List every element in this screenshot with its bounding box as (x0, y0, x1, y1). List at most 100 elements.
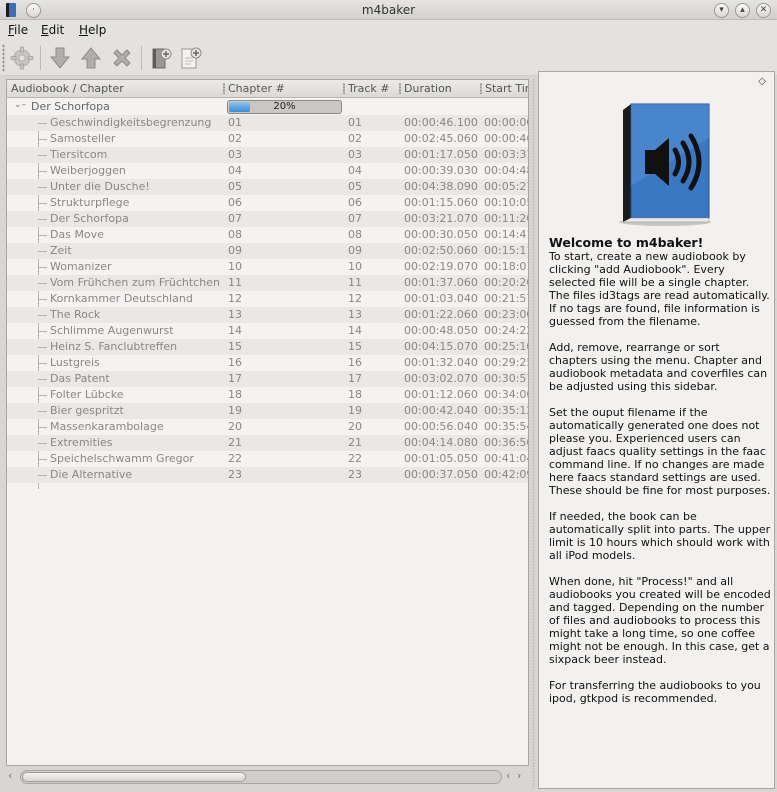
chapter-row[interactable]: Vom Frühchen zum Früchtchen 11 11 00:01:37.… (7, 275, 528, 291)
chapter-row[interactable]: Unter die Dusche! 05 05 00:04:38.090 00:05:2… (7, 179, 528, 195)
remove-button[interactable] (108, 44, 136, 72)
menu-help[interactable]: Help (79, 23, 106, 37)
tree-rows: ⌄– Der Schorfopa 20% Geschwindigkeitsbeg… (7, 99, 528, 489)
move-up-button[interactable] (77, 44, 105, 72)
tree-branch-line (38, 395, 47, 396)
toolbar-grip[interactable] (2, 44, 5, 72)
tree-branch-line (38, 475, 47, 476)
add-audiobook-button[interactable] (147, 44, 175, 72)
chapter-number: 08 (228, 228, 242, 241)
title-bar: · m4baker ▾ ▴ ✕ (0, 0, 777, 20)
tree-branch-line (38, 155, 47, 156)
chapter-title: Lustgreis (50, 356, 100, 369)
header-audiobook-chapter[interactable]: Audiobook / Chapter (11, 82, 124, 95)
header-separator[interactable] (399, 83, 401, 94)
track-number: 05 (348, 180, 362, 193)
tree-branch-line (38, 443, 47, 444)
sidebar-paragraph: If needed, the book can be automatically… (549, 510, 771, 562)
chapter-row[interactable]: Kornkammer Deutschland 12 12 00:01:03.040 00… (7, 291, 528, 307)
panel-splitter[interactable] (531, 79, 536, 787)
chapter-row[interactable]: Der Schorfopa 07 07 00:03:21.070 00:11:20.39… (7, 211, 528, 227)
chapter-row[interactable]: Das Patent 17 17 00:03:02.070 00:30:57.960 (7, 371, 528, 387)
chapter-row[interactable]: The Rock 13 13 00:01:22.060 00:23:00.740 (7, 307, 528, 323)
chapter-row[interactable]: Tiersitcom 03 03 00:01:17.050 00:03:31.160 (7, 147, 528, 163)
chapter-duration: 00:01:15.060 (404, 196, 478, 209)
close-button[interactable]: ✕ (756, 3, 771, 18)
chapter-duration: 00:00:46.100 (404, 116, 478, 129)
chapter-row[interactable]: Bier gespritzt 19 19 00:00:42.040 00:35:12.0… (7, 403, 528, 419)
tree-branch-line (38, 203, 47, 204)
scrollbar-thumb[interactable] (22, 772, 246, 782)
chapter-row[interactable]: Womanizer 10 10 00:02:19.070 00:18:01.570 (7, 259, 528, 275)
chapter-number: 16 (228, 356, 242, 369)
collapse-icon[interactable]: ⌄– (14, 100, 26, 110)
menu-file[interactable]: File (8, 23, 28, 37)
float-dock-icon[interactable]: ◇ (758, 76, 766, 87)
chapter-duration: 00:02:45.060 (404, 132, 478, 145)
chapter-number: 21 (228, 436, 242, 449)
track-number: 12 (348, 292, 362, 305)
chapter-row[interactable]: Zeit 09 09 00:02:50.060 00:15:11.510 (7, 243, 528, 259)
move-down-button[interactable] (46, 44, 74, 72)
chapter-row[interactable]: Folter Lübcke 18 18 00:01:12.060 00:34:00.03… (7, 387, 528, 403)
sidebar: ◇ Welcome to m4baker! To start, create a… (538, 71, 775, 789)
chapter-duration: 00:04:38.090 (404, 180, 478, 193)
chapter-row[interactable]: Die Alternative 23 23 00:00:37.050 00:42:09.… (7, 467, 528, 483)
gear-icon (10, 46, 34, 70)
chapter-title: The Rock (50, 308, 101, 321)
scrollbar-track[interactable] (20, 770, 502, 784)
chapter-row[interactable]: Das Move 08 08 00:00:30.050 00:14:41.460 (7, 227, 528, 243)
chapter-title: Vom Frühchen zum Früchtchen (50, 276, 220, 289)
chapter-number: 02 (228, 132, 242, 145)
chapter-row[interactable]: Weiberjoggen 04 04 00:00:39.030 00:04:48.210 (7, 163, 528, 179)
header-chapter-number[interactable]: Chapter # (228, 82, 285, 95)
header-duration[interactable]: Duration (404, 82, 452, 95)
audiobook-title: Der Schorfopa (31, 100, 110, 113)
process-button[interactable] (8, 44, 36, 72)
audiobook-tree[interactable]: Audiobook / Chapter Chapter # Track # Du… (6, 79, 529, 766)
header-separator[interactable] (480, 83, 482, 94)
scroll-left-icon[interactable]: ‹ (8, 769, 12, 782)
menu-edit[interactable]: Edit (41, 23, 64, 37)
header-separator[interactable] (223, 83, 225, 94)
horizontal-scrollbar[interactable]: ‹ ‹ › (6, 768, 529, 786)
minimize-button[interactable]: ▾ (714, 3, 729, 18)
chapter-row[interactable]: Extremities 21 21 00:04:14.080 00:36:50.170 (7, 435, 528, 451)
chapter-row[interactable]: Schlimme Augenwurst 14 14 00:00:48.050 00:24… (7, 323, 528, 339)
scroll-right-icon[interactable]: › (517, 769, 521, 782)
sidebar-help-text: Welcome to m4baker! To start, create a n… (549, 235, 771, 718)
chapter-start-time: 00:11:20.390 (484, 212, 528, 225)
header-track-number[interactable]: Track # (348, 82, 390, 95)
chapter-row[interactable]: Lustgreis 16 16 00:01:32.040 00:29:25.920 (7, 355, 528, 371)
toolbar-separator (141, 46, 142, 70)
track-number: 08 (348, 228, 362, 241)
chapter-start-time: 00:10:05.330 (484, 196, 528, 209)
chapter-row[interactable]: Speichelschwamm Gregor 22 22 00:01:05.050 00… (7, 451, 528, 467)
tree-branch-line (38, 331, 47, 332)
maximize-button[interactable]: ▴ (735, 3, 750, 18)
chapter-start-time: 00:18:01.570 (484, 260, 528, 273)
track-number: 01 (348, 116, 362, 129)
add-chapter-button[interactable] (177, 44, 205, 72)
chapter-start-time: 00:41:04.250 (484, 452, 528, 465)
tree-branch-line (38, 459, 47, 460)
window-title: m4baker (361, 3, 416, 17)
header-separator[interactable] (343, 83, 345, 94)
chapter-row[interactable]: Strukturpflege 06 06 00:01:15.060 00:10:05.3… (7, 195, 528, 211)
tree-branch-line (38, 123, 47, 124)
chapter-row[interactable]: Heinz S. Fanclubtreffen 15 15 00:04:15.070 0… (7, 339, 528, 355)
tree-branch-line (38, 219, 47, 220)
chapter-row[interactable]: Samosteller 02 02 00:02:45.060 00:00:46.100 (7, 131, 528, 147)
chapter-duration: 00:01:12.060 (404, 388, 478, 401)
toolbar-separator (40, 46, 41, 70)
scroll-left-icon[interactable]: ‹ (506, 769, 510, 782)
header-start-time[interactable]: Start Time (485, 82, 528, 95)
tree-branch-line (38, 315, 47, 316)
chapter-row[interactable]: Massenkarambolage 20 20 00:00:56.040 00:35:5… (7, 419, 528, 435)
sidebar-paragraph: To start, create a new audiobook by clic… (549, 250, 770, 328)
audiobook-row[interactable]: ⌄– Der Schorfopa 20% (7, 99, 528, 115)
tree-branch-line (38, 347, 47, 348)
chapter-number: 05 (228, 180, 242, 193)
chapter-row[interactable]: Geschwindigkeitsbegrenzung 01 01 00:00:46.1… (7, 115, 528, 131)
track-number: 21 (348, 436, 362, 449)
